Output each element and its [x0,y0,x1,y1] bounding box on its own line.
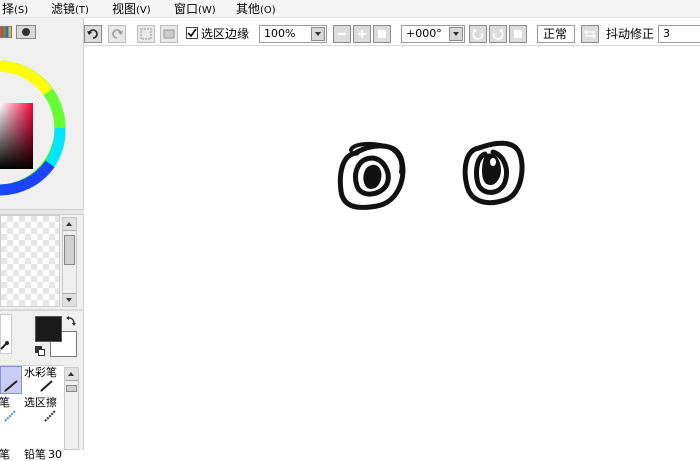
tool-watercolor[interactable]: 水彩笔 [24,366,62,394]
undo-button[interactable] [84,25,102,43]
menu-bar: 择(S) 滤镜(T) 视图(V) 窗口(W) 其他(O) [0,0,700,18]
menu-view[interactable]: 视图(V) [112,1,151,17]
color-slider-tab-icon[interactable] [16,25,36,39]
color-wheel[interactable] [0,44,84,234]
redo-icon [112,29,123,39]
menu-select[interactable]: 择(S) [2,1,28,17]
undo-icon [87,29,98,39]
rotation-reset-button[interactable] [509,25,527,43]
zoom-select[interactable]: 100% [259,25,327,43]
flip-horizontal-icon [584,29,596,39]
tool-scroll-thumb[interactable] [66,385,77,392]
main-toolbar: 选区边缘 100% +000° 正常 抖动修正 3 [84,21,700,45]
right-eye-drawing [462,140,525,206]
rotate-ccw-icon [472,29,484,40]
scratchpad-scrollbar[interactable] [62,217,77,307]
left-eye-drawing [337,141,406,210]
menu-window[interactable]: 窗口(W) [174,1,216,17]
invert-selection-button[interactable] [160,25,178,43]
menu-select-label: 择 [2,2,15,16]
canvas-strokes [337,140,525,210]
menu-view-accel: (V) [136,5,151,16]
stabilizer-label: 抖动修正 [606,27,655,41]
redo-button[interactable] [108,25,126,43]
plus-icon [358,30,366,38]
rotation-value: +000° [406,27,442,40]
rotate-cw-icon [492,29,504,40]
tool-selection-eraser[interactable]: 选区擦 [24,396,62,424]
rotation-dropdown-icon[interactable] [449,27,463,41]
rotate-ccw-button[interactable] [469,25,487,43]
stabilizer-value: 3 [663,27,670,40]
panel-divider-2 [0,309,84,311]
menu-window-label: 窗口 [174,2,199,16]
tool-selected-brush[interactable] [0,366,22,394]
swap-colors-icon[interactable] [65,315,77,327]
zoom-in-button[interactable] [353,25,371,43]
foreground-color-swatch[interactable] [35,316,62,342]
drawing-canvas[interactable] [85,45,700,450]
menu-window-accel: (W) [198,5,216,16]
menu-other[interactable]: 其他(O) [236,1,276,17]
check-icon [187,28,197,38]
blend-mode-value: 正常 [543,27,568,41]
invert-selection-icon [163,29,175,39]
menu-other-label: 其他 [236,2,261,16]
scratchpad-area[interactable] [0,215,60,307]
rotate-cw-button[interactable] [489,25,507,43]
selection-edge-checkbox[interactable] [186,27,198,39]
menu-filter-accel: (T) [75,5,89,16]
stabilizer-select[interactable]: 3 [658,25,700,43]
zoom-out-button[interactable] [333,25,351,43]
tool-airbrush-label: 喷笔 [0,396,10,409]
reset-square-icon [378,30,386,38]
menu-other-accel: (O) [260,5,276,16]
tool-paper-pen[interactable]: 纸笔 [0,426,22,461]
color-palette-tab-icon[interactable] [0,26,12,38]
selection-edge-label: 选区边缘 [201,27,250,41]
selection-eraser-icon [44,410,56,422]
brush-icon [4,380,18,392]
deselect-button[interactable] [137,25,155,43]
left-panel: 水彩笔 喷笔 选区擦 纸笔 铅笔30 [0,18,84,461]
minus-icon [338,33,346,35]
airbrush-icon [4,410,16,422]
tool-scroll-up-button[interactable] [65,368,78,381]
menu-select-accel: (S) [14,5,29,16]
scroll-down-button[interactable] [63,293,76,306]
deselect-icon [140,28,152,40]
menu-filter[interactable]: 滤镜(T) [51,1,89,17]
rotation-select[interactable]: +000° [401,25,465,43]
menu-filter-label: 滤镜 [51,2,76,16]
watercolor-icon [40,380,53,392]
tool-watercolor-label: 水彩笔 [24,366,57,379]
flip-horizontal-button[interactable] [581,25,599,43]
eyedropper-icon[interactable] [0,339,10,350]
tool-selection-eraser-label: 选区擦 [24,396,57,409]
scroll-thumb[interactable] [64,235,75,265]
tool-pencil[interactable]: 铅笔 30 [24,426,62,461]
tool-scrollbar[interactable] [64,367,79,450]
zoom-dropdown-icon[interactable] [311,27,325,41]
reset-rotation-icon [514,30,522,38]
reset-colors-icon[interactable] [35,346,45,356]
zoom-value: 100% [264,27,296,40]
zoom-reset-button[interactable] [373,25,391,43]
scroll-up-button[interactable] [63,218,76,231]
blend-mode-select[interactable]: 正常 [537,25,575,43]
tool-airbrush[interactable]: 喷笔 [0,396,22,424]
menu-view-label: 视图 [112,2,137,16]
